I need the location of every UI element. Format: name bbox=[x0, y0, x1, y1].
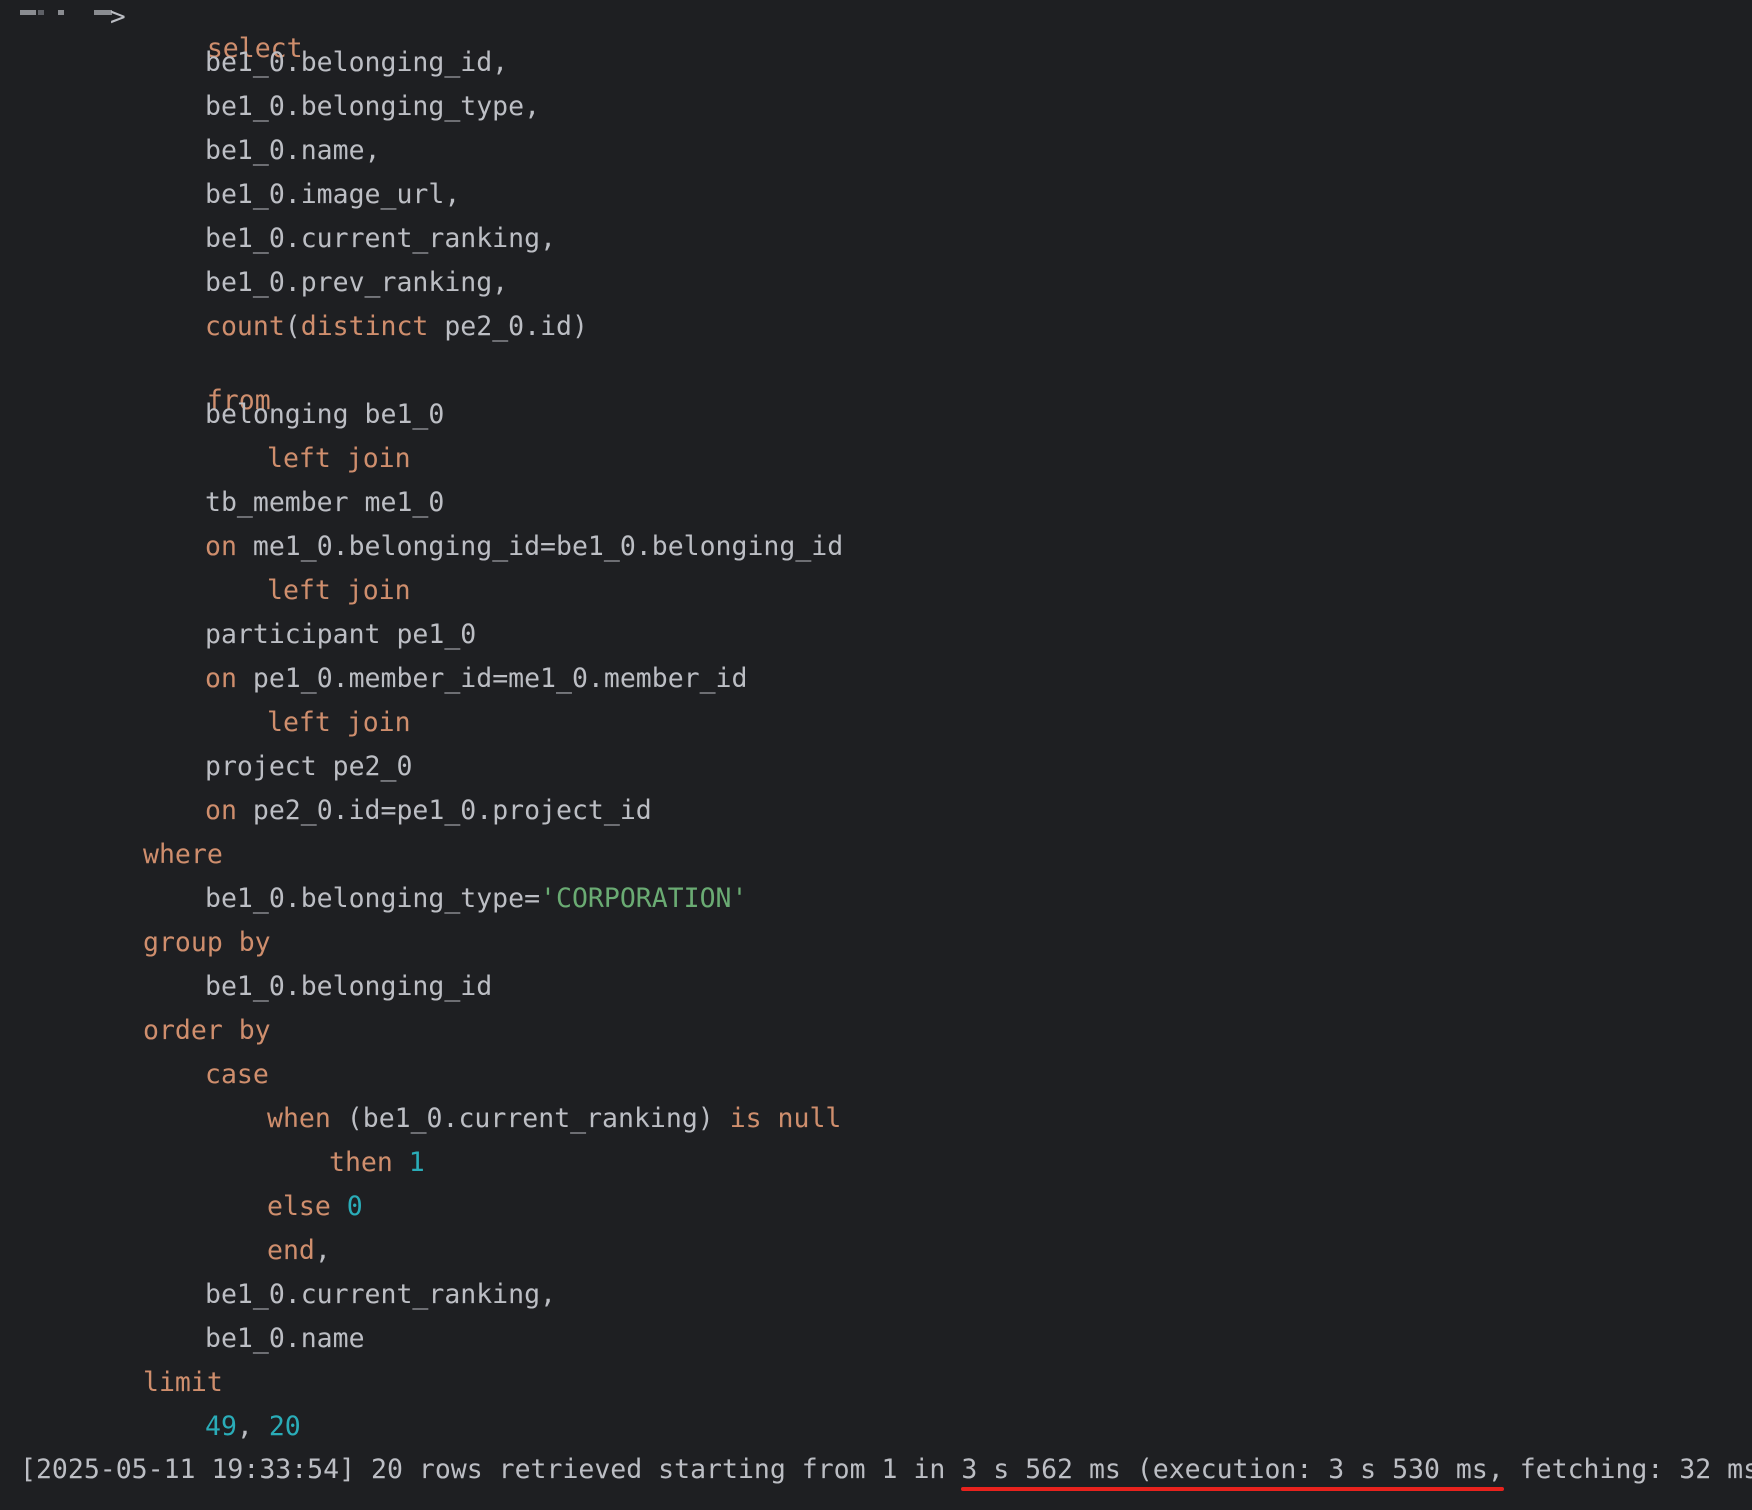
sql-line-table: tb_member me1_0 bbox=[205, 487, 445, 518]
sql-keyword: on bbox=[205, 531, 237, 562]
sql-expression: pe2_0.id=pe1_0.project_id bbox=[236, 795, 652, 826]
prompt-block-icon bbox=[58, 10, 64, 15]
prompt-block-icon bbox=[38, 10, 44, 15]
prompt-block-icon bbox=[20, 10, 36, 15]
sql-line-order-by: order by bbox=[143, 1015, 271, 1046]
sql-line-column: be1_0.belonging_id, bbox=[205, 47, 509, 78]
sql-number-literal: 20 bbox=[268, 1411, 301, 1442]
sql-line-column: be1_0.current_ranking, bbox=[205, 223, 556, 254]
sql-keyword: on bbox=[205, 795, 237, 826]
sql-line-when: when (be1_0.current_ranking) is null bbox=[267, 1104, 841, 1134]
sql-line-group-column: be1_0.belonging_id bbox=[205, 971, 493, 1002]
sql-line-on: on pe1_0.member_id=me1_0.member_id bbox=[205, 664, 747, 694]
sql-line-order-column: be1_0.name bbox=[205, 1323, 365, 1354]
sql-line-case: case bbox=[205, 1059, 269, 1090]
sql-expression: pe1_0.member_id=me1_0.member_id bbox=[236, 663, 748, 694]
sql-paren: ( bbox=[284, 311, 301, 342]
sql-keyword: distinct bbox=[300, 311, 429, 342]
sql-line-column: be1_0.prev_ranking, bbox=[205, 267, 509, 298]
sql-expression: pe2_0.id) bbox=[428, 311, 588, 342]
sql-line-group-by: group by bbox=[143, 927, 271, 958]
query-console: > select be1_0.belonging_id, be1_0.belon… bbox=[0, 0, 1752, 1510]
sql-line-else: else 0 bbox=[267, 1192, 363, 1222]
sql-line-table: project pe2_0 bbox=[205, 751, 413, 782]
sql-line-limit: limit bbox=[143, 1367, 223, 1398]
sql-line-on: on pe2_0.id=pe1_0.project_id bbox=[205, 796, 652, 826]
sql-keyword: else bbox=[267, 1191, 331, 1222]
prompt-arrow-icon: > bbox=[110, 2, 126, 32]
sql-line-limit-values: 49, 20 bbox=[205, 1412, 301, 1442]
sql-expression: me1_0.belonging_id=be1_0.belonging_id bbox=[236, 531, 844, 562]
sql-line-on: on me1_0.belonging_id=be1_0.belonging_id bbox=[205, 532, 843, 562]
sql-keyword: is null bbox=[729, 1103, 842, 1134]
sql-line-table: belonging be1_0 bbox=[205, 399, 445, 430]
sql-punctuation: , bbox=[236, 1411, 269, 1442]
sql-line-column: be1_0.image_url, bbox=[205, 179, 461, 210]
sql-number-literal: 0 bbox=[346, 1191, 363, 1222]
sql-keyword: end bbox=[267, 1235, 315, 1266]
sql-line-table: participant pe1_0 bbox=[205, 619, 477, 650]
sql-line-column: be1_0.belonging_type, bbox=[205, 91, 541, 122]
sql-line-condition: be1_0.belonging_type='CORPORATION' bbox=[205, 884, 747, 914]
sql-line-from: from bbox=[143, 356, 271, 416]
sql-expression: be1_0.belonging_type= bbox=[205, 883, 541, 914]
sql-line-where: where bbox=[143, 839, 223, 870]
sql-line-end: end, bbox=[267, 1236, 331, 1266]
sql-punctuation: , bbox=[314, 1235, 331, 1266]
sql-line-order-column: be1_0.current_ranking, bbox=[205, 1279, 556, 1310]
console-prompt: > bbox=[20, 2, 130, 36]
status-suffix: fetching: 32 ms) bbox=[1503, 1454, 1752, 1485]
query-result-status: [2025-05-11 19:33:54] 20 rows retrieved … bbox=[20, 1455, 1752, 1485]
sql-expression: (be1_0.current_ranking) bbox=[330, 1103, 730, 1134]
sql-line-select: select bbox=[143, 4, 303, 64]
status-prefix: [2025-05-11 19:33:54] 20 rows retrieved … bbox=[20, 1454, 962, 1485]
sql-line-count: count(distinct pe2_0.id) bbox=[205, 312, 588, 342]
sql-number-literal: 1 bbox=[408, 1147, 425, 1178]
red-underline-annotation bbox=[961, 1487, 1504, 1491]
sql-keyword: count bbox=[205, 311, 285, 342]
sql-line-column: be1_0.name, bbox=[205, 135, 381, 166]
sql-keyword: then bbox=[329, 1147, 393, 1178]
sql-string-literal: 'CORPORATION' bbox=[540, 883, 748, 914]
sql-keyword: when bbox=[267, 1103, 331, 1134]
sql-line-left-join: left join bbox=[267, 707, 411, 738]
sql-line-left-join: left join bbox=[267, 443, 411, 474]
sql-number-literal: 49 bbox=[205, 1411, 237, 1442]
sql-keyword: on bbox=[205, 663, 237, 694]
sql-line-then: then 1 bbox=[329, 1148, 425, 1178]
status-timing-highlight: 3 s 562 ms (execution: 3 s 530 ms, bbox=[961, 1454, 1504, 1485]
sql-line-left-join: left join bbox=[267, 575, 411, 606]
